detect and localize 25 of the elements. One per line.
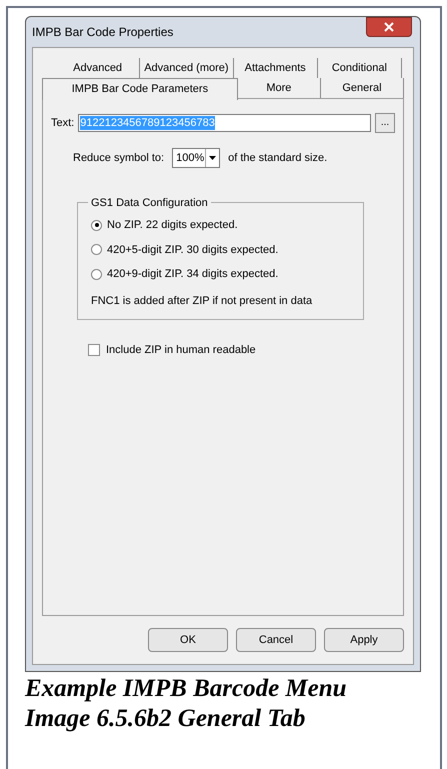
window-title: IMPB Bar Code Properties: [32, 24, 174, 41]
reduce-suffix: of the standard size.: [228, 150, 328, 166]
option-label: 420+9-digit ZIP. 34 digits expected.: [107, 267, 278, 282]
option-label: 420+5-digit ZIP. 30 digits expected.: [107, 242, 278, 258]
radio-button[interactable]: [91, 220, 102, 231]
dialog-button[interactable]: Cancel: [236, 628, 316, 652]
browse-button[interactable]: ...: [375, 113, 395, 133]
close-icon: [384, 22, 394, 32]
dialog-button[interactable]: Apply: [324, 628, 404, 652]
reduce-label: Reduce symbol to:: [73, 150, 164, 166]
field-label: Text:: [51, 116, 74, 131]
selected-text: 9122123456789123456783: [80, 116, 215, 130]
group-title: GS1 Data Configuration: [88, 195, 211, 212]
caption-line: Image 6.5.6b2 General Tab: [25, 704, 306, 734]
radio-button[interactable]: [91, 268, 102, 280]
option-label: No ZIP. 22 digits expected.: [107, 218, 238, 233]
dialog-button[interactable]: OK: [148, 628, 228, 652]
checkbox[interactable]: [88, 344, 100, 356]
radio-button[interactable]: [91, 244, 102, 256]
group-note: FNC1 is added after ZIP if not present in data: [91, 294, 314, 308]
caption-line: Example IMPB Barcode Menu: [25, 674, 348, 704]
close-button[interactable]: [366, 17, 412, 37]
percent-dropdown[interactable]: 100%: [172, 148, 220, 168]
tab[interactable]: IMPB Bar Code Parameters: [42, 78, 238, 100]
checkbox-label: Include ZIP in human readable: [106, 343, 256, 358]
